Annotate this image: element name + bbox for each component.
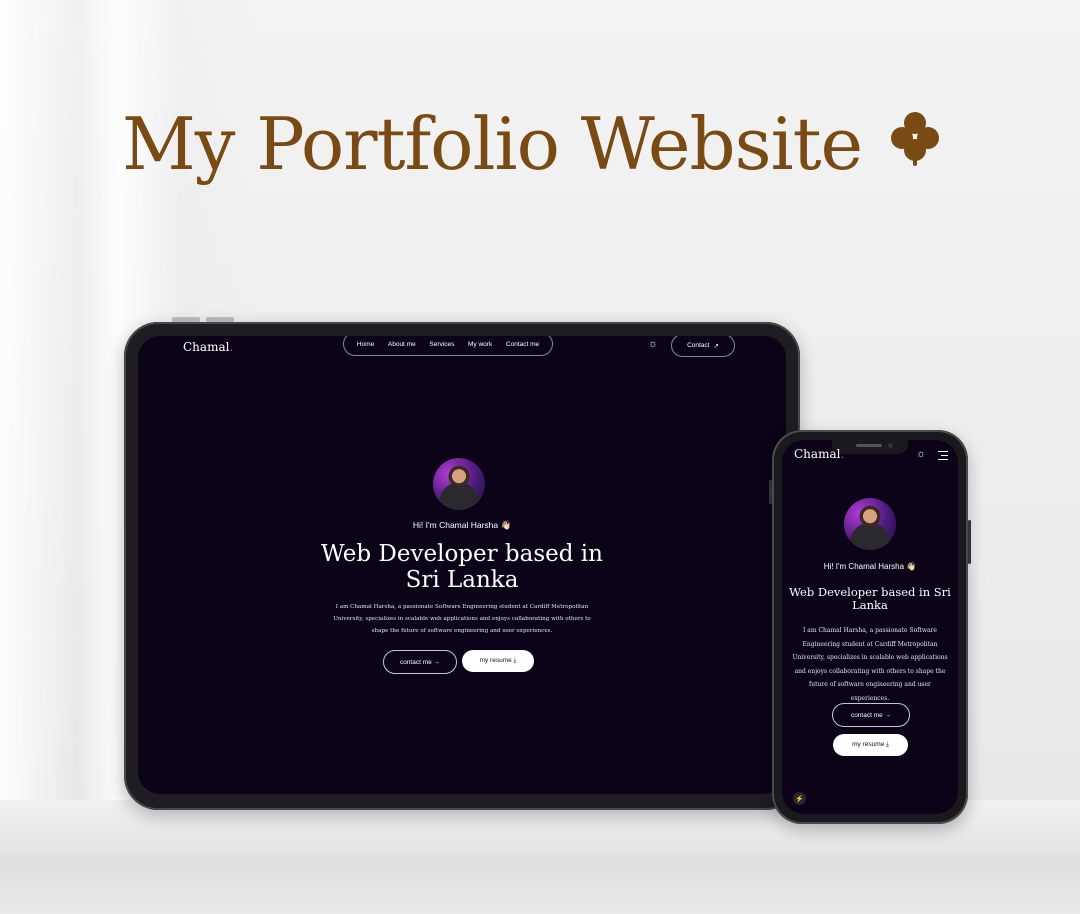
page-heading: My Portfolio Website	[122, 102, 863, 186]
headline: Web Developer based in Sri Lanka	[138, 541, 786, 594]
nav-item-contact[interactable]: Contact me	[506, 341, 539, 348]
nav-item-home[interactable]: Home	[357, 341, 374, 348]
greeting: Hi! I'm Chamal Harsha 👋🏻	[823, 562, 917, 571]
resume-button[interactable]: my resume ⤓	[462, 650, 534, 672]
phone-power-button	[968, 520, 971, 564]
greeting: Hi! I'm Chamal Harsha 👋🏻	[412, 520, 512, 530]
headline: Web Developer based in Sri Lanka	[782, 586, 958, 612]
clover-ornament-icon	[891, 112, 939, 166]
site-logo[interactable]: Chamal.	[183, 340, 233, 354]
sun-icon[interactable]: ☼	[916, 448, 926, 460]
phone-screen: Chamal. ☼ Hi! I'm Chamal Harsha 👋🏻 Web D…	[782, 440, 958, 814]
avatar	[433, 458, 485, 510]
headline-line-2: Lanka	[852, 597, 888, 612]
nav-item-about[interactable]: About me	[388, 341, 416, 348]
site-logo-mobile[interactable]: Chamal.	[794, 447, 844, 461]
headline-line-2: Sri Lanka	[405, 566, 519, 593]
site-nav: Home About me Services My work Contact m…	[343, 336, 553, 356]
phone-device: Chamal. ☼ Hi! I'm Chamal Harsha 👋🏻 Web D…	[772, 430, 968, 824]
contact-me-button[interactable]: contact me →	[832, 703, 910, 727]
sun-icon[interactable]: ☼	[648, 338, 658, 350]
tablet-screen: Chamal. Home About me Services My work C…	[138, 336, 786, 794]
nav-item-services[interactable]: Services	[429, 341, 454, 348]
tablet-device: Chamal. Home About me Services My work C…	[124, 322, 800, 810]
hamburger-icon[interactable]	[938, 451, 948, 460]
floating-badge-icon[interactable]: ⚡	[793, 792, 806, 805]
contact-button-label: Contact	[687, 342, 710, 349]
description: I am Chamal Harsha, a passionate Softwar…	[333, 604, 591, 634]
avatar	[844, 498, 896, 550]
nav-item-work[interactable]: My work	[468, 341, 492, 348]
headline-line-1: Web Developer based in	[321, 541, 603, 567]
description: I am Chamal Harsha, a passionate Softwar…	[792, 627, 948, 702]
contact-button[interactable]: Contact ↗	[671, 336, 735, 357]
contact-me-button[interactable]: contact me →	[383, 650, 457, 674]
headline-line-1: Web Developer based in Sri	[789, 585, 951, 599]
shelf-front	[0, 855, 1080, 914]
resume-button[interactable]: my resume ⤓	[833, 734, 908, 756]
arrow-up-right-icon: ↗	[713, 342, 719, 350]
